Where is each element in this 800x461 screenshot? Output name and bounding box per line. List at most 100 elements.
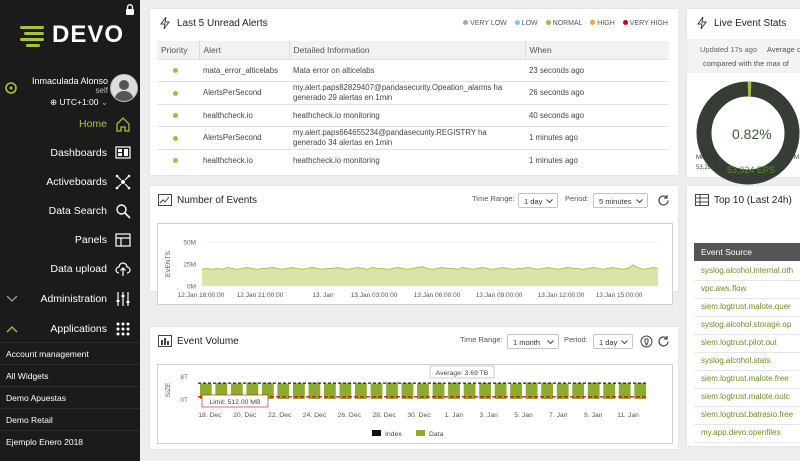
priority-dot [173, 158, 178, 163]
column-header[interactable]: Detailed Information [289, 41, 526, 60]
table-row[interactable]: AlertsPerSecond my.alert.paps664655234@p… [157, 126, 669, 150]
refresh-icon[interactable] [657, 335, 670, 348]
app-label: Demo Retail [6, 415, 53, 425]
list-item[interactable]: syslog.alcohol.internal.oth [694, 262, 800, 281]
nav-label: Panels [74, 234, 107, 246]
list-item[interactable]: my.app.devo.openfiles [694, 424, 800, 443]
timezone-selector[interactable]: ⊕ UTC+1:00 ⌄ [50, 97, 108, 108]
line-chart-icon [158, 194, 172, 206]
priority-dot [173, 113, 178, 118]
eps-value: 53,924 EPS [727, 165, 776, 175]
list-item[interactable]: siem.logtrust.malote.free [694, 370, 800, 389]
time-range-select[interactable]: 1 month [507, 334, 559, 349]
table-row[interactable]: healthcheck.io heathcheck.io monitoring … [157, 104, 669, 127]
chevron-down-icon [636, 199, 643, 204]
list-item[interactable]: siem.logtrust.batrasio.free [694, 406, 800, 425]
list-item[interactable]: syslog.alcohol.storage.op [694, 316, 800, 335]
x-tick-label: 26. Dec [338, 412, 362, 419]
list-item[interactable]: siem.logtrust.pilot.out [694, 334, 800, 353]
event-source: syslog.alcohol.stats [701, 356, 771, 365]
legend-dot [590, 20, 596, 25]
lock-icon[interactable] [125, 4, 135, 15]
alerts-table: Priority Alert Detailed Information When… [157, 41, 669, 171]
x-tick-label: 13.Jan 12:00:00 [538, 292, 585, 299]
user-name: Inmaculada Alonso [31, 76, 108, 86]
x-tick-label: 13.Jan 06:00:00 [414, 292, 461, 299]
priority-cell [157, 81, 199, 105]
column-header[interactable]: Alert [199, 41, 290, 60]
y-axis-label: SIZE [165, 382, 172, 397]
compared-text: compared with the max of [703, 59, 789, 68]
x-tick-label: 13.Jan 09:00:00 [476, 292, 523, 299]
period-select[interactable]: 5 minutes [593, 193, 648, 208]
user-role: self [95, 86, 108, 95]
list-item[interactable]: vpc.aws.flow [694, 280, 800, 299]
table-icon [695, 194, 709, 206]
table-row[interactable]: mata_error_alticelabs Mata error on alti… [157, 59, 669, 82]
limit-label: Limit: 512.00 MB [210, 399, 261, 406]
legend-item: LOW [514, 20, 538, 27]
list-item[interactable]: siem.logtrust.malote.quer [694, 298, 800, 317]
events-chart-frame: EVENTS 50M 25M 0M 12.Jan 18:00:00 12.Jan 21:0… [157, 223, 673, 305]
list-item[interactable]: siem.logtrust.malote.outc [694, 388, 800, 407]
column-header[interactable]: Priority [157, 41, 200, 60]
app-label: Demo Apuestas [6, 393, 67, 403]
power-icon[interactable] [4, 81, 18, 95]
y-tick-label: 25M [183, 262, 196, 269]
x-tick-label: 18. Dec [198, 412, 222, 419]
brand-name: DEVO [52, 21, 125, 48]
app-label: Account management [6, 349, 89, 359]
live-stats-info: Updated 17s ago Average o compared with … [687, 39, 800, 73]
when-cell: 1 minutes ago [525, 126, 669, 150]
chevron-down-icon [547, 340, 554, 345]
table-header[interactable]: Event Source [694, 243, 800, 261]
refresh-icon[interactable] [657, 194, 670, 207]
lightning-icon [160, 17, 170, 29]
app-item[interactable]: Demo Apuestas [0, 386, 140, 409]
nav-activeboards[interactable]: Activeboards [0, 168, 140, 197]
when-cell: 40 seconds ago [525, 104, 669, 127]
panel-title: Last 5 Unread Alerts [177, 18, 268, 29]
app-item[interactable]: Account management [0, 342, 140, 365]
app-item[interactable]: All Widgets [0, 364, 140, 387]
nav-label: Data Search [48, 205, 107, 217]
priority-cell [157, 149, 199, 171]
pin-icon[interactable] [640, 335, 653, 348]
updated-text: Updated 17s ago [700, 45, 758, 54]
app-item[interactable]: Ejemplo Enero 2018 [0, 430, 140, 453]
devo-logo[interactable]: DEVO [20, 20, 123, 50]
column-header[interactable]: When [525, 41, 669, 60]
legend-label: HIGH [597, 20, 615, 27]
x-tick-label: 20. Dec [233, 412, 257, 419]
activeboards-icon [115, 174, 131, 190]
events-chart[interactable]: EVENTS 50M 25M 0M12.Jan 18:00:00 12.Jan 21:0… [158, 224, 672, 304]
nav-home[interactable]: Home [0, 110, 140, 139]
time-range-select[interactable]: 1 day [518, 193, 558, 208]
nav-data-upload[interactable]: Data upload [0, 255, 140, 284]
priority-dot [173, 135, 178, 141]
avatar[interactable] [110, 74, 138, 102]
list-item[interactable]: syslog.alcohol.stats [694, 352, 800, 371]
user-panel[interactable]: Inmaculada Alonso self ⊕ UTC+1:00 ⌄ [0, 70, 140, 110]
period-select[interactable]: 1 day [593, 334, 633, 349]
nav-applications[interactable]: Applications [0, 315, 140, 344]
nav-dashboards[interactable]: Dashboards [0, 139, 140, 168]
legend-dot [514, 20, 520, 25]
chevron-up-icon [6, 326, 18, 333]
period-label: Period: [565, 194, 589, 203]
nav-administration[interactable]: Administration [0, 285, 140, 314]
y-axis-label: EVENTS [165, 250, 172, 277]
priority-cell [157, 126, 199, 150]
nav-data-search[interactable]: Data Search [0, 197, 140, 226]
volume-chart[interactable]: SIZE 8T 0T Average: 3.69 TB Limit: 512.00 MB… [158, 365, 672, 443]
x-tick-label: 7. Jan [549, 412, 568, 419]
info-cell: my.alert.paps82829407@pandasecurity.Opea… [289, 81, 525, 105]
x-tick-label: 12.Jan 18:00:00 [178, 292, 225, 299]
table-row[interactable]: AlertsPerSecond my.alert.paps82829407@pa… [157, 81, 669, 105]
priority-cell [157, 104, 199, 127]
app-item[interactable]: Demo Retail [0, 408, 140, 431]
event-source: siem.logtrust.pilot.out [701, 338, 777, 347]
nav-panels[interactable]: Panels [0, 226, 140, 255]
gauge-percent: 0.82% [732, 126, 772, 142]
table-row[interactable]: healthcheck.io heathcheck.io monitoring … [157, 149, 669, 171]
